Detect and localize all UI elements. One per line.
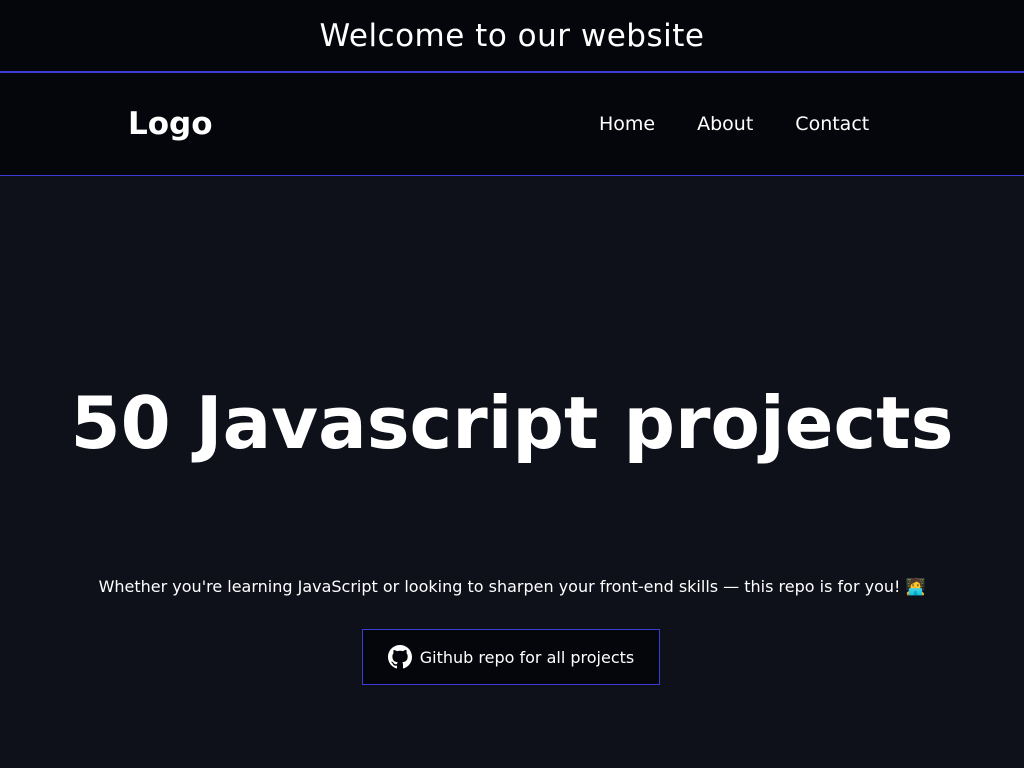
nav-link-about[interactable]: About <box>697 113 753 135</box>
banner-text: Welcome to our website <box>319 17 705 54</box>
top-banner: Welcome to our website <box>0 0 1024 73</box>
nav-links: Home About Contact <box>599 113 911 135</box>
github-repo-button-label: Github repo for all projects <box>419 647 635 667</box>
hero-section: 50 Javascript projects Whether you're le… <box>0 176 1024 768</box>
github-repo-button[interactable]: Github repo for all projects <box>362 629 660 685</box>
hero-title: 50 Javascript projects <box>70 381 954 465</box>
nav-link-contact[interactable]: Contact <box>795 113 869 135</box>
github-icon <box>387 645 412 669</box>
logo[interactable]: Logo <box>128 106 213 142</box>
nav-link-home[interactable]: Home <box>599 113 655 135</box>
navbar: Logo Home About Contact <box>0 73 1024 176</box>
hero-subtitle: Whether you're learning JavaScript or lo… <box>98 577 926 596</box>
